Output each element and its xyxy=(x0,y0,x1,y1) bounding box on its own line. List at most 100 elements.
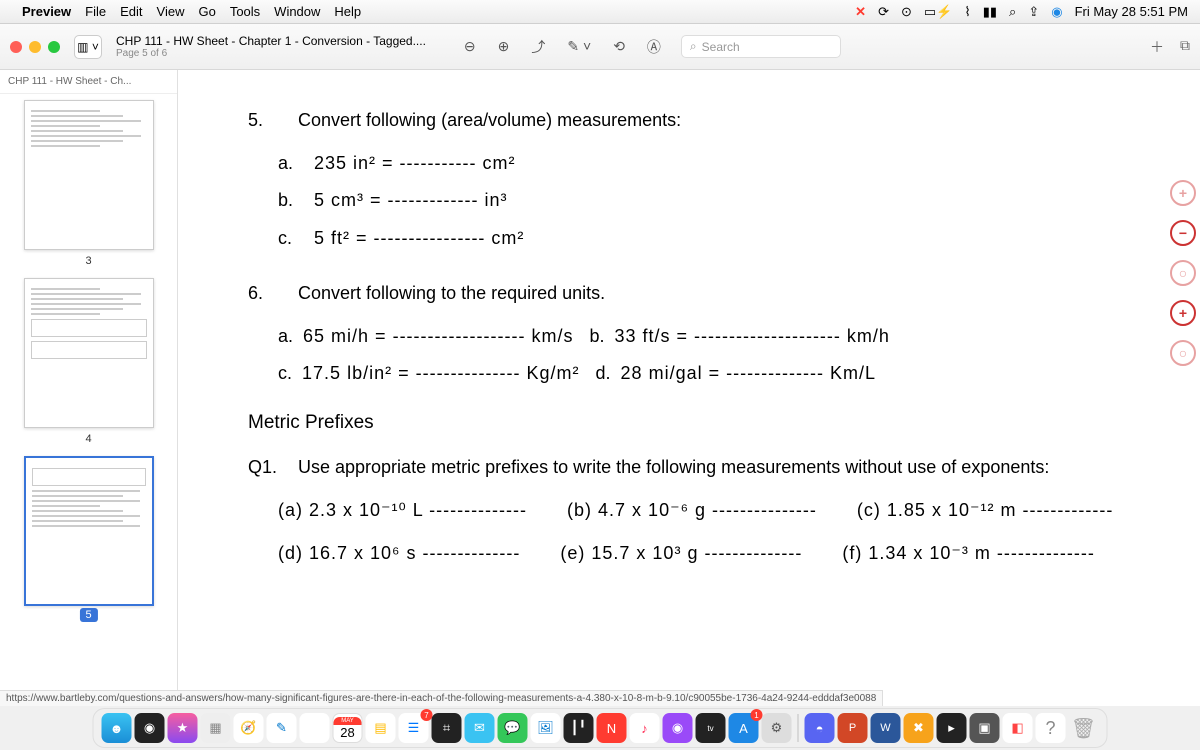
q6b-expr: 33 ft/s = --------------------- km/h xyxy=(615,326,890,346)
document-page: 5. Convert following (area/volume) measu… xyxy=(178,70,1200,604)
dock-activity[interactable]: ⌗ xyxy=(432,713,462,743)
search-placeholder: Search xyxy=(702,40,740,54)
page-indicator: Page 5 of 6 xyxy=(116,48,426,59)
dock-appstore[interactable]: A1 xyxy=(729,713,759,743)
thumbnail-sidebar[interactable]: CHP 111 - HW Sheet - Ch... 3 4 xyxy=(0,70,178,706)
q5c-expr: 5 ft² = ---------------- cm² xyxy=(314,226,574,251)
dock-appletv[interactable]: tv xyxy=(696,713,726,743)
menu-edit[interactable]: Edit xyxy=(120,4,142,19)
q5b-expr: 5 cm³ = ------------- in³ xyxy=(314,188,574,213)
q1-item-a: (a) 2.3 x 10⁻¹⁰ L -------------- xyxy=(278,498,527,523)
menubar: Preview File Edit View Go Tools Window H… xyxy=(0,0,1200,24)
thumb-page-num-5: 5 xyxy=(79,608,97,622)
dock-messages[interactable]: 💬 xyxy=(498,713,528,743)
window-toolbar: ▥ ˅ CHP 111 - HW Sheet - Chapter 1 - Con… xyxy=(0,24,1200,70)
metric-prefixes-heading: Metric Prefixes xyxy=(248,410,1130,437)
q5-prompt: Convert following (area/volume) measurem… xyxy=(298,108,1130,133)
preview-window: ▥ ˅ CHP 111 - HW Sheet - Chapter 1 - Con… xyxy=(0,24,1200,706)
page-thumbnail-4[interactable]: 4 xyxy=(24,278,154,428)
q1-number: Q1. xyxy=(248,455,298,480)
rotate-button[interactable]: ⟲ xyxy=(613,38,625,55)
dock-screenshot[interactable]: ▣ xyxy=(970,713,1000,743)
dock-calendar[interactable]: MAY 28 xyxy=(333,713,363,743)
url-hint: https://www.bartleby.com/questions-and-a… xyxy=(0,690,883,706)
new-tab-button[interactable]: ＋ xyxy=(1150,37,1164,57)
dock-help[interactable]: ? xyxy=(1036,713,1066,743)
dock-antivirus[interactable]: N xyxy=(597,713,627,743)
dock-separator xyxy=(798,714,799,742)
document-viewport[interactable]: 5. Convert following (area/volume) measu… xyxy=(178,70,1200,706)
page-thumbnail-3[interactable]: 3 xyxy=(24,100,154,250)
overlay-marker-4: + xyxy=(1170,300,1196,326)
dock-xcode[interactable]: ✖ xyxy=(904,713,934,743)
dock-safari[interactable]: 🧭 xyxy=(234,713,264,743)
fullscreen-window-button[interactable] xyxy=(48,41,60,53)
q6d-expr: 28 mi/gal = -------------- Km/L xyxy=(621,363,876,383)
sidebar-toggle-button[interactable]: ▥ ˅ xyxy=(74,35,102,59)
wifi-icon[interactable]: ⌇ xyxy=(964,4,970,20)
sync-icon[interactable]: ⟳ xyxy=(878,4,889,20)
dock-word[interactable]: W xyxy=(871,713,901,743)
dock-trash[interactable]: 🗑 xyxy=(1069,713,1099,743)
document-title: CHP 111 - HW Sheet - Chapter 1 - Convers… xyxy=(116,34,426,48)
q5a-label: a. xyxy=(278,151,298,176)
dock-preview[interactable]: 🖼 xyxy=(531,713,561,743)
dock-notes[interactable]: ▤ xyxy=(366,713,396,743)
menu-help[interactable]: Help xyxy=(334,4,361,19)
show-tabs-button[interactable]: ⧉ xyxy=(1180,37,1190,57)
menu-view[interactable]: View xyxy=(157,4,185,19)
share-button[interactable]: ⤴ xyxy=(531,37,545,57)
battery-icon[interactable]: ▭⚡ xyxy=(924,4,952,20)
search-field[interactable]: ⌕ Search xyxy=(681,35,841,58)
dock-powerpoint[interactable]: P xyxy=(838,713,868,743)
q6d-label: d. xyxy=(596,363,611,383)
dock-finder[interactable]: ☻ xyxy=(102,713,132,743)
dock-discord[interactable]: ◓ xyxy=(805,713,835,743)
dock-brush[interactable]: ✎ xyxy=(267,713,297,743)
dock-cube[interactable]: ◧ xyxy=(1003,713,1033,743)
page-thumbnail-5[interactable]: 5 xyxy=(24,456,154,606)
dock-shortcuts[interactable]: ★ xyxy=(168,713,198,743)
close-window-button[interactable] xyxy=(10,41,22,53)
dock-podcasts[interactable]: ◉ xyxy=(663,713,693,743)
sidebar-tab[interactable]: CHP 111 - HW Sheet - Ch... xyxy=(0,70,177,94)
q6b-label: b. xyxy=(589,326,604,346)
q1-item-c: (c) 1.85 x 10⁻¹² m ------------- xyxy=(857,498,1113,523)
dock-settings[interactable]: ⚙ xyxy=(762,713,792,743)
dock-siri[interactable]: ◉ xyxy=(135,713,165,743)
users-icon[interactable]: ⇪ xyxy=(1028,4,1039,20)
menubar-datetime[interactable]: Fri May 28 5:51 PM xyxy=(1075,4,1188,19)
close-helper-icon[interactable]: ✕ xyxy=(855,4,866,20)
zoom-out-button[interactable]: ⊖ xyxy=(464,38,476,55)
notification-icon[interactable]: ◉ xyxy=(1051,4,1062,20)
traffic-lights xyxy=(10,41,60,53)
menu-file[interactable]: File xyxy=(85,4,106,19)
play-icon[interactable]: ⊙ xyxy=(901,4,912,20)
markup-button[interactable]: Ⓐ xyxy=(647,37,661,57)
q1-item-f: (f) 1.34 x 10⁻³ m -------------- xyxy=(842,541,1094,566)
menu-window[interactable]: Window xyxy=(274,4,320,19)
dock-music[interactable]: ♪ xyxy=(630,713,660,743)
menu-tools[interactable]: Tools xyxy=(230,4,260,19)
menu-go[interactable]: Go xyxy=(198,4,215,19)
dock-chrome[interactable]: ◐ xyxy=(300,713,330,743)
minimize-window-button[interactable] xyxy=(29,41,41,53)
dock-stocks[interactable]: ┃╹ xyxy=(564,713,594,743)
calendar-day: 28 xyxy=(340,725,354,740)
control-center-icon[interactable]: ▮▮ xyxy=(983,4,997,20)
q6-number: 6. xyxy=(248,281,298,306)
q5-number: 5. xyxy=(248,108,298,133)
dock-mail[interactable]: ✉ xyxy=(465,713,495,743)
dock-reminders[interactable]: ☰7 xyxy=(399,713,429,743)
highlight-button[interactable]: ✎ ˅ xyxy=(567,38,591,55)
q1-item-e: (e) 15.7 x 10³ g -------------- xyxy=(560,541,802,566)
dock-launchpad[interactable]: ▦ xyxy=(201,713,231,743)
q1-item-d: (d) 16.7 x 10⁶ s -------------- xyxy=(278,541,520,566)
q5c-label: c. xyxy=(278,226,298,251)
q5a-expr: 235 in² = ----------- cm² xyxy=(314,151,574,176)
zoom-in-button[interactable]: ⊕ xyxy=(498,38,510,55)
dock-terminal[interactable]: ▸ xyxy=(937,713,967,743)
app-name[interactable]: Preview xyxy=(22,4,71,19)
spotlight-icon[interactable]: ⌕ xyxy=(1009,4,1016,20)
overlay-marker-5: ○ xyxy=(1170,340,1196,366)
